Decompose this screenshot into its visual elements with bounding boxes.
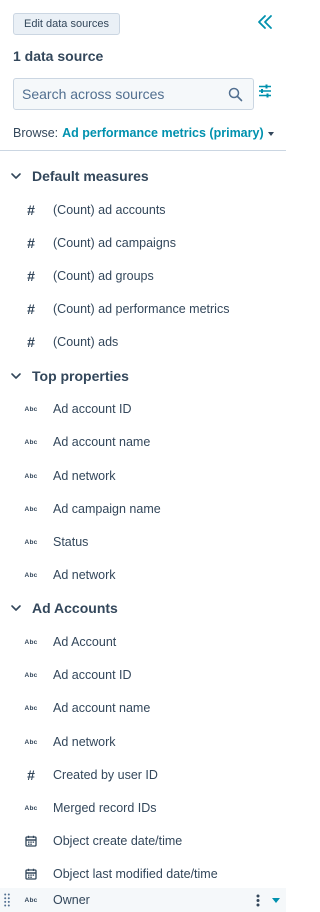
search-box [13,78,254,110]
number-icon: # [27,767,35,783]
property-label: Ad account name [53,701,151,715]
property-label: Object last modified date/time [53,867,218,881]
property-item[interactable]: # (Count) ad groups [0,265,286,287]
top-bar: Edit data sources [0,0,286,46]
text-type-icon: Abc [24,671,38,679]
property-label: Created by user ID [53,768,158,782]
text-type-icon: Abc [24,538,38,546]
property-label: Ad Account [53,635,117,649]
property-item[interactable]: # (Count) ad campaigns [0,232,286,254]
property-label: Merged record IDs [53,801,157,815]
browse-label: Browse: [13,126,59,140]
property-item[interactable]: Abc Ad account ID [0,664,286,686]
property-label: Ad network [53,568,116,582]
browse-selector[interactable]: Browse: Ad performance metrics (primary) [13,126,274,140]
text-type-icon: Abc [24,638,38,646]
text-type-icon: Abc [24,571,38,579]
text-type-icon: Abc [24,804,38,812]
property-label: Ad network [53,735,116,749]
text-type-icon: Abc [24,505,38,513]
text-type-icon: Abc [24,438,38,446]
search-input[interactable] [14,79,253,109]
property-label: Ad account ID [53,668,132,682]
number-icon: # [27,202,35,218]
property-item[interactable]: # (Count) ad accounts [0,199,286,221]
property-item[interactable]: # Created by user ID [0,764,286,786]
property-label: (Count) ad performance metrics [53,302,230,316]
property-label: (Count) ad accounts [53,203,166,217]
property-item[interactable]: Abc Merged record IDs [0,797,286,819]
chevron-down-icon [11,173,21,179]
number-icon: # [27,334,35,350]
property-label: Ad account ID [53,402,132,416]
filter-sliders-icon[interactable] [258,84,272,98]
property-label: Ad campaign name [53,502,161,516]
caret-down-icon[interactable] [267,131,274,136]
property-item[interactable]: Abc Ad account name [0,431,286,453]
calendar-icon [23,833,39,849]
property-item-hovered[interactable]: Abc Owner [0,888,286,912]
property-label: Status [53,535,89,549]
section-title: Ad Accounts [32,600,118,616]
chevron-down-icon [11,605,21,611]
property-label: (Count) ad groups [53,269,154,283]
property-item[interactable]: # (Count) ads [0,331,286,353]
property-item[interactable]: Abc Owner [0,889,286,911]
property-item[interactable]: Abc Ad Account [0,631,286,653]
section-header-top-properties[interactable]: Top properties [10,365,129,387]
section-header-default-measures[interactable]: Default measures [10,165,149,187]
more-options-icon[interactable] [256,894,260,907]
property-label: Object create date/time [53,834,183,848]
property-label: Owner [53,893,90,907]
number-icon: # [27,301,35,317]
property-item[interactable]: Abc Ad network [0,465,286,487]
browse-dropdown-value[interactable]: Ad performance metrics (primary) [62,126,263,140]
property-item[interactable]: Object last modified date/time [0,863,286,885]
edit-data-sources-button[interactable]: Edit data sources [13,13,120,35]
property-label: Ad account name [53,435,151,449]
text-type-icon: Abc [24,405,38,413]
property-label: Ad network [53,469,116,483]
text-type-icon: Abc [24,472,38,480]
number-icon: # [27,235,35,251]
text-type-icon: Abc [24,704,38,712]
property-item[interactable]: Abc Ad account ID [0,398,286,420]
section-title: Default measures [32,168,149,184]
property-item[interactable]: Abc Ad account name [0,697,286,719]
property-item[interactable]: Abc Ad network [0,731,286,753]
data-source-count: 1 data source [13,48,104,64]
property-item[interactable]: Abc Ad network [0,564,286,586]
property-label: (Count) ad campaigns [53,236,176,250]
property-item[interactable]: Object create date/time [0,830,286,852]
number-icon: # [27,268,35,284]
text-type-icon: Abc [24,896,38,904]
property-label: (Count) ads [53,335,119,349]
divider [0,150,286,151]
property-item[interactable]: Abc Ad campaign name [0,498,286,520]
caret-down-icon[interactable] [272,898,280,903]
property-item[interactable]: Abc Status [0,531,286,553]
chevron-down-icon [11,373,21,379]
calendar-icon [23,866,39,882]
section-header-ad-accounts[interactable]: Ad Accounts [10,597,118,619]
collapse-double-chevron-left-icon[interactable] [256,13,274,31]
text-type-icon: Abc [24,738,38,746]
property-item[interactable]: # (Count) ad performance metrics [0,298,286,320]
search-icon[interactable] [228,87,243,102]
section-title: Top properties [32,368,129,384]
